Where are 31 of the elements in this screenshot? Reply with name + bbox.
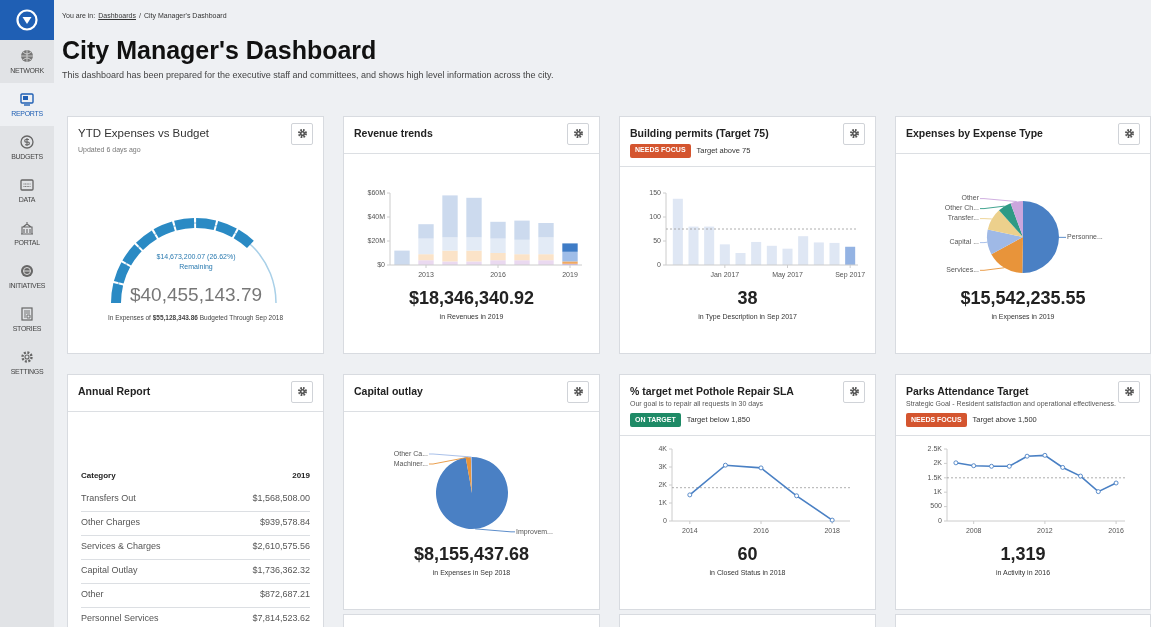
table-cell-text: $1,568,508.00 <box>252 491 310 505</box>
metric-value: 38 <box>737 289 758 307</box>
table-cell-text: Transfers Out <box>81 491 136 505</box>
table-cell: Capital Outlay <box>81 564 138 578</box>
card-title: YTD Expenses vs Budget <box>78 125 210 140</box>
column-header: Category <box>81 469 116 482</box>
table-cell: Services & Charges <box>81 540 161 554</box>
table-cell: $7,814,523.62 <box>252 612 310 626</box>
card-title: Annual Report <box>78 383 151 398</box>
table-cell: Other Charges <box>81 516 141 530</box>
metric-value: $18,346,340.92 <box>408 289 535 307</box>
table-cell: Other <box>81 588 104 602</box>
table-cell: $872,687.21 <box>259 588 310 602</box>
page-title: City Manager's Dashboard <box>62 38 378 63</box>
table-cell: $939,578.84 <box>259 516 310 530</box>
column-header: 2019 <box>292 469 310 482</box>
metric-value: $15,542,235.55 <box>960 289 1086 307</box>
metric-value: 1,319 <box>1000 545 1046 563</box>
table-cell: $2,610,575.56 <box>252 540 310 554</box>
metric-value: $8,155,437.68 <box>413 545 530 563</box>
card-title: Parks Attendance Target <box>906 383 1030 398</box>
page-description: This dashboard has been prepared for the executive staff and committees, and shows high level information across the city. <box>62 69 555 82</box>
card-title: % target met Pothole Repair SLA <box>630 383 794 398</box>
table-cell: Personnel Services <box>81 612 159 626</box>
table-cell: $1,736,362.32 <box>252 564 310 578</box>
gauge-value: $40,455,143.79 <box>129 284 263 305</box>
card-title: Building permits (Target 75) <box>630 125 769 140</box>
metric-value: 60 <box>737 545 758 563</box>
card-title: Capital outlay <box>354 383 423 398</box>
card-title: Revenue trends <box>354 125 433 140</box>
card-title: Expenses by Expense Type <box>906 125 1043 140</box>
